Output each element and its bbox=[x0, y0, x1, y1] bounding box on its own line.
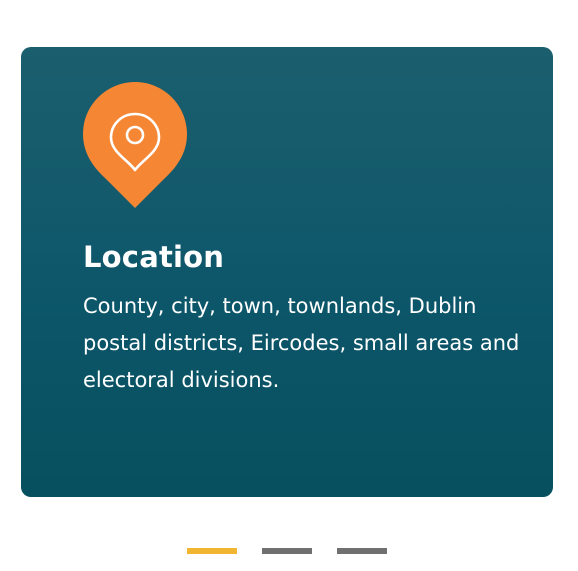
location-card: Location County, city, town, townlands, … bbox=[21, 47, 553, 497]
map-pin-icon bbox=[83, 82, 187, 208]
carousel-dot-1[interactable] bbox=[187, 548, 237, 554]
carousel-dot-3[interactable] bbox=[337, 548, 387, 554]
carousel-dot-2[interactable] bbox=[262, 548, 312, 554]
card-description: County, city, town, townlands, Dublin po… bbox=[83, 294, 520, 392]
carousel-pagination bbox=[187, 548, 387, 554]
card-title: Location bbox=[83, 240, 225, 274]
